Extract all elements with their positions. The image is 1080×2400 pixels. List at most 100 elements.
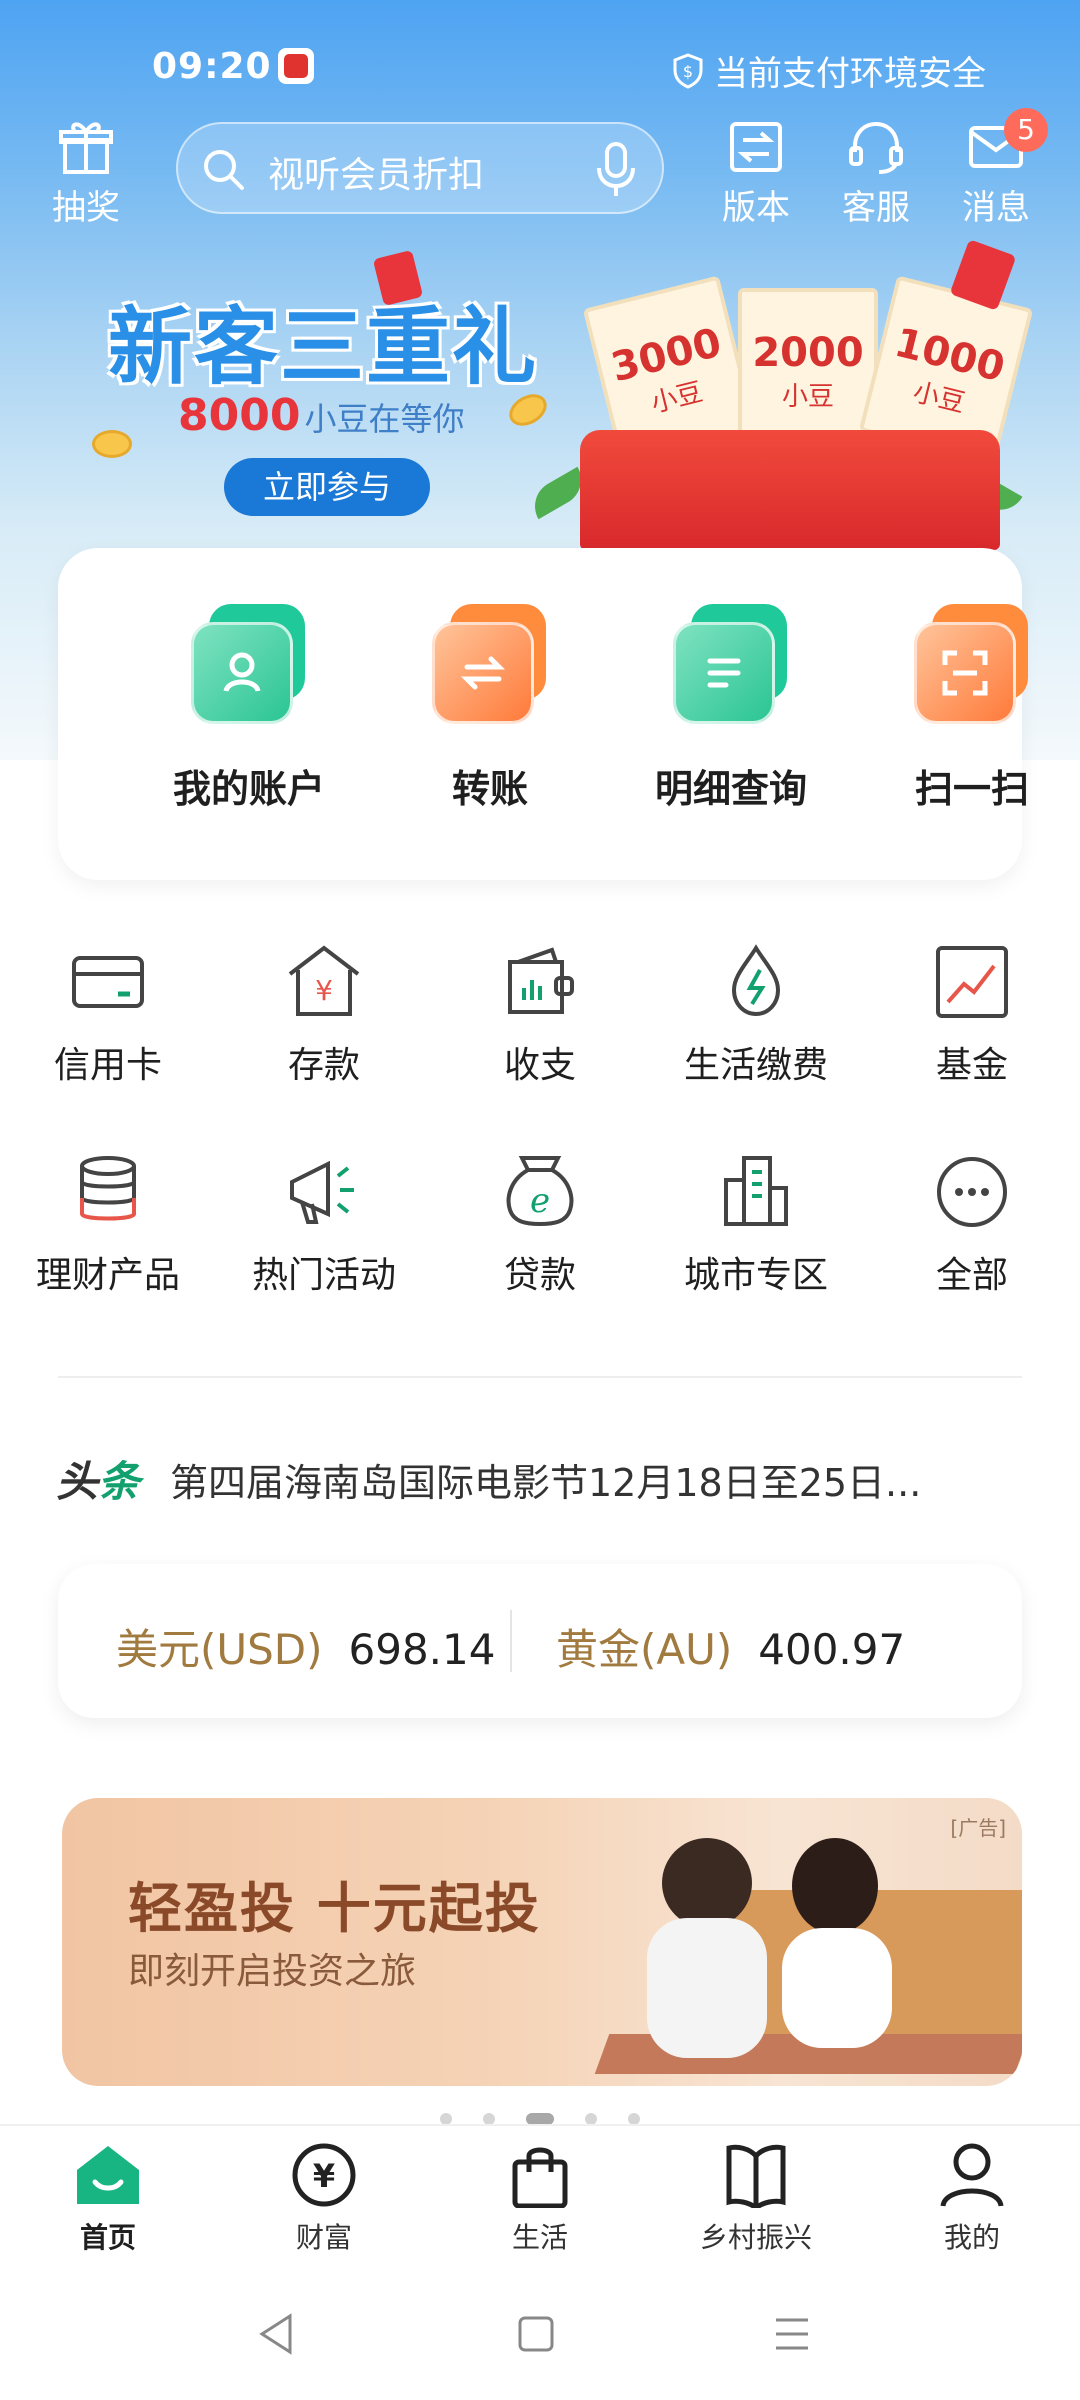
service-wealth-products[interactable]: 理财产品	[0, 1152, 216, 1298]
gold-value: 400.97	[758, 1625, 906, 1674]
service-label: 全部	[935, 1255, 1008, 1296]
service-label: 存款	[287, 1045, 360, 1086]
service-label: 生活缴费	[683, 1045, 828, 1086]
microphone-icon[interactable]	[596, 142, 636, 198]
service-credit-card[interactable]: 信用卡	[0, 942, 216, 1088]
home-icon	[77, 2146, 139, 2204]
service-city-zone[interactable]: 城市专区	[648, 1152, 864, 1298]
red-envelope	[580, 430, 1000, 550]
transfer-icon	[430, 604, 550, 724]
utility-bill-icon	[731, 944, 781, 1017]
ad-title: 轻盈投 十元起投	[128, 1877, 541, 1940]
tab-rural-revitalization[interactable]: 乡村振兴	[648, 2142, 864, 2256]
back-icon[interactable]	[256, 2312, 296, 2356]
messages-button[interactable]: 消息 5	[946, 108, 1048, 229]
tab-label: 首页	[79, 2221, 136, 2254]
megaphone-icon	[290, 1160, 354, 1224]
promo-subtitle-suffix: 小豆在等你	[304, 400, 465, 438]
quick-action-my-account[interactable]: 我的账户	[149, 604, 349, 813]
lottery-button[interactable]: 抽奖	[36, 118, 136, 229]
wallet-chart-icon	[508, 947, 574, 1014]
tab-label: 生活	[511, 2221, 568, 2254]
ad-banner[interactable]: 轻盈投 十元起投 即刻开启投资之旅 [广告]	[62, 1798, 1022, 2086]
status-bar: 09:20 $ 当前支付环境安全	[0, 40, 1080, 96]
system-navigation-bar	[0, 2276, 1080, 2400]
red-packet-illustration: 3000 小豆 2000 小豆 1000 小豆	[520, 275, 1040, 550]
headline-tag: 头条	[56, 1457, 141, 1506]
promo-subtitle: 8000 小豆在等你	[178, 390, 464, 441]
service-label: 收支	[503, 1045, 576, 1086]
open-book-icon	[726, 2144, 786, 2208]
status-time: 09:20	[152, 46, 272, 87]
service-label: 热门活动	[251, 1255, 396, 1296]
service-label: 客服	[842, 188, 910, 228]
tab-mine[interactable]: 我的	[864, 2142, 1080, 2256]
carousel-dot[interactable]	[585, 2112, 598, 2125]
headline-news[interactable]: 头条 第四届海南岛国际电影节12月18日至25日...	[56, 1448, 1026, 1508]
service-label: 信用卡	[53, 1045, 162, 1086]
woman-shirt	[782, 1928, 892, 2048]
gold-rate[interactable]: 黄金(AU) 400.97	[556, 1616, 905, 1677]
ad-subtitle: 即刻开启投资之旅	[128, 1951, 417, 1992]
deposit-icon: ¥	[288, 945, 360, 1016]
credit-card-icon	[72, 956, 144, 1008]
bottom-tab-bar: 首页 ¥ 财富 生活 乡村振兴 我的	[0, 2124, 1080, 2276]
woman-figure	[792, 1838, 878, 1934]
quick-action-statement[interactable]: 明细查询	[631, 604, 831, 813]
user-icon	[940, 2143, 1004, 2207]
city-buildings-icon	[724, 1156, 788, 1226]
tab-home[interactable]: 首页	[0, 2142, 216, 2256]
ticket-2000: 2000 小豆	[738, 288, 878, 448]
carousel-dot[interactable]	[482, 2112, 495, 2125]
ticket-amount: 2000	[752, 330, 864, 376]
payment-security-indicator: $ 当前支付环境安全	[672, 46, 986, 95]
promo-banner[interactable]: 新客三重礼 8000 小豆在等你 立即参与 3000 小豆 2000 小豆 100…	[0, 239, 1080, 550]
version-label: 版本	[722, 188, 790, 228]
search-bar[interactable]: 视听会员折扣	[176, 122, 664, 214]
service-fund[interactable]: 基金	[864, 942, 1080, 1088]
home-square-icon[interactable]	[516, 2312, 556, 2356]
service-all[interactable]: 全部	[864, 1152, 1080, 1298]
service-loan[interactable]: e 贷款	[432, 1152, 648, 1298]
quick-action-scan[interactable]: 扫一扫	[872, 604, 1072, 813]
headline-text[interactable]: 第四届海南岛国际电影节12月18日至25日...	[170, 1452, 1026, 1507]
version-button[interactable]: 版本	[706, 118, 806, 229]
service-label: 贷款	[503, 1255, 576, 1296]
customer-service-button[interactable]: 客服	[826, 118, 926, 229]
search-icon	[204, 150, 244, 190]
join-now-button[interactable]: 立即参与	[224, 458, 430, 516]
usd-label: 美元(USD)	[116, 1625, 323, 1674]
promo-amount: 8000	[178, 390, 301, 441]
yuan-circle-icon: ¥	[292, 2143, 356, 2207]
tab-wealth[interactable]: ¥ 财富	[216, 2142, 432, 2256]
tab-life[interactable]: 生活	[432, 2142, 648, 2256]
lottery-label: 抽奖	[52, 188, 120, 228]
exchange-rates-card[interactable]: 美元(USD) 698.14 黄金(AU) 400.97	[58, 1564, 1022, 1718]
tab-label: 乡村振兴	[699, 2221, 812, 2254]
svg-text:e: e	[530, 1181, 550, 1221]
section-divider	[58, 1376, 1022, 1378]
quick-action-label: 扫一扫	[914, 767, 1029, 811]
quick-action-transfer[interactable]: 转账	[390, 604, 590, 813]
service-label: 理财产品	[35, 1255, 180, 1296]
service-label: 城市专区	[683, 1255, 828, 1296]
service-utility-bills[interactable]: 生活缴费	[648, 942, 864, 1088]
security-text: 当前支付环境安全	[714, 54, 986, 94]
gold-label: 黄金(AU)	[556, 1625, 733, 1674]
fund-chart-icon	[936, 946, 1008, 1018]
carousel-dot-active[interactable]	[526, 2112, 554, 2125]
usd-rate[interactable]: 美元(USD) 698.14	[116, 1616, 495, 1677]
quick-action-label: 明细查询	[654, 767, 807, 811]
wealth-coins-icon	[80, 1156, 136, 1221]
carousel-dot[interactable]	[439, 2112, 452, 2125]
message-count-badge: 5	[1004, 108, 1048, 152]
version-switch-icon	[730, 122, 782, 172]
loan-bag-icon: e	[506, 1156, 574, 1227]
more-icon	[937, 1157, 1007, 1227]
service-deposit[interactable]: ¥ 存款	[216, 942, 432, 1088]
menu-lines-icon[interactable]	[772, 2312, 812, 2356]
account-icon	[189, 604, 309, 724]
service-income-expense[interactable]: 收支	[432, 942, 648, 1088]
service-hot-activities[interactable]: 热门活动	[216, 1152, 432, 1298]
carousel-dot[interactable]	[628, 2112, 641, 2125]
